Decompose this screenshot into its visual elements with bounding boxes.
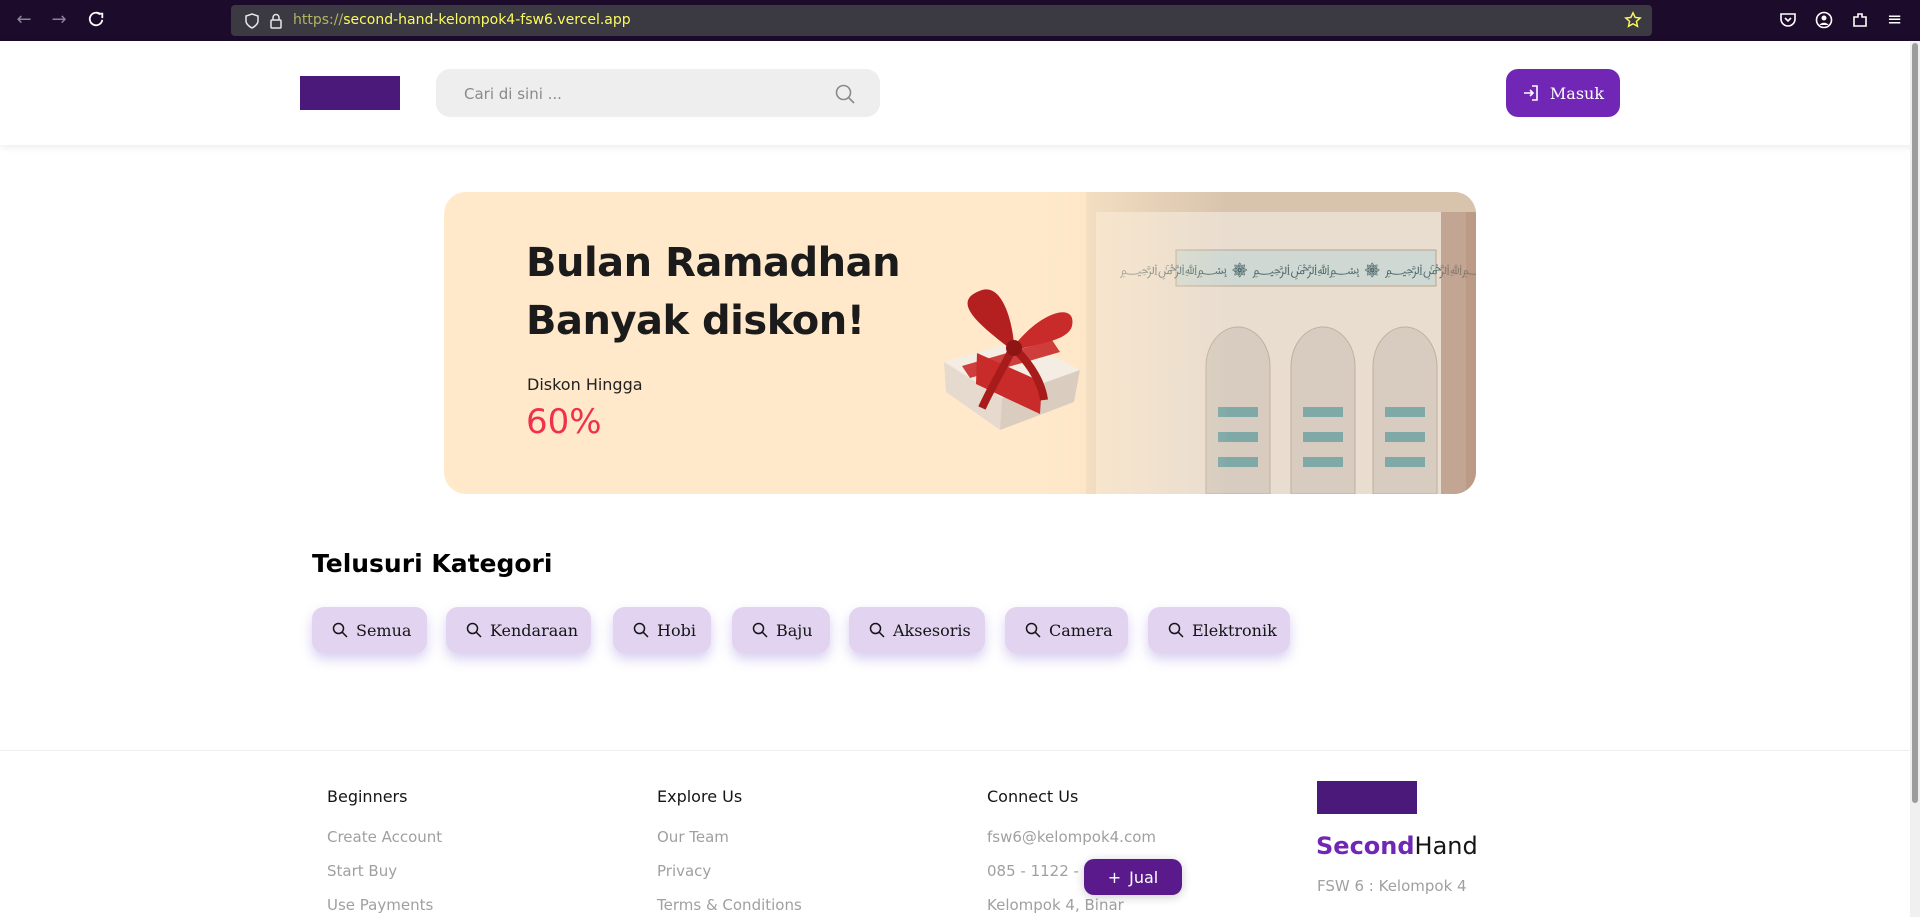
browser-toolbar: ← → https://second-hand-kelompok4-fsw6.v… <box>0 0 1920 41</box>
category-chip-aksesoris[interactable]: Aksesoris <box>849 607 985 653</box>
forward-icon[interactable]: → <box>49 10 69 30</box>
footer-logo <box>1317 781 1417 814</box>
search-input[interactable] <box>462 69 826 119</box>
footer-link-our-team[interactable]: Our Team <box>657 820 802 854</box>
banner-discount-value: 60% <box>526 402 602 442</box>
footer-divider <box>0 750 1920 751</box>
search-icon[interactable] <box>834 83 856 105</box>
footer-brand: SecondHand <box>1316 832 1478 860</box>
banner-mosque-image: ﷽ ۞ ﷽ ۞ ﷽ <box>1026 192 1476 494</box>
login-label: Masuk <box>1549 83 1605 103</box>
reload-icon[interactable] <box>86 10 106 30</box>
account-icon[interactable] <box>1815 11 1833 29</box>
footer-link-start-buy[interactable]: Start Buy <box>327 854 442 888</box>
footer-column-explore: Explore Us Our Team Privacy Terms & Cond… <box>657 787 802 922</box>
pocket-icon[interactable] <box>1779 11 1797 29</box>
star-icon[interactable] <box>1624 11 1642 29</box>
category-chip-baju[interactable]: Baju <box>732 607 830 653</box>
scrollbar-thumb[interactable] <box>1912 43 1918 803</box>
plus-icon: + <box>1107 867 1122 887</box>
banner-discount-label: Diskon Hingga <box>527 375 643 394</box>
categories-title: Telusuri Kategori <box>312 549 553 578</box>
footer-heading: Explore Us <box>657 787 743 806</box>
search-icon <box>1168 622 1184 638</box>
login-icon <box>1523 85 1538 101</box>
search-icon <box>332 622 348 638</box>
gift-icon <box>944 289 1080 430</box>
footer-heading: Beginners <box>327 787 408 806</box>
search-icon <box>869 622 885 638</box>
footer-column-beginners: Beginners Create Account Start Buy Use P… <box>327 787 442 922</box>
search-icon <box>633 622 649 638</box>
footer-link-privacy[interactable]: Privacy <box>657 854 802 888</box>
category-chip-camera[interactable]: Camera <box>1005 607 1128 653</box>
search-icon <box>466 622 482 638</box>
site-header <box>0 41 1920 145</box>
footer-column-connect: Connect Us fsw6@kelompok4.com 085 - 1122… <box>987 787 1156 922</box>
sell-button[interactable]: + Jual <box>1084 859 1182 895</box>
category-chip-elektronik[interactable]: Elektronik <box>1148 607 1290 653</box>
banner-title: Bulan Ramadhan Banyak diskon! <box>526 240 901 344</box>
category-chip-hobi[interactable]: Hobi <box>613 607 711 653</box>
search-box <box>436 69 880 119</box>
menu-icon[interactable]: ≡ <box>1887 11 1905 29</box>
category-chip-kendaraan[interactable]: Kendaraan <box>446 607 591 653</box>
back-icon[interactable]: ← <box>14 10 34 30</box>
extensions-icon[interactable] <box>1851 11 1869 29</box>
address-bar[interactable]: https://second-hand-kelompok4-fsw6.verce… <box>231 5 1652 36</box>
login-button[interactable]: Masuk <box>1506 69 1620 117</box>
footer-brand-subtitle: FSW 6 : Kelompok 4 <box>1317 877 1467 895</box>
sell-label: Jual <box>1129 867 1159 887</box>
footer-link-email[interactable]: fsw6@kelompok4.com <box>987 820 1156 854</box>
search-icon <box>752 622 768 638</box>
footer-link-create-account[interactable]: Create Account <box>327 820 442 854</box>
shield-icon[interactable] <box>245 13 259 29</box>
promo-banner[interactable]: ﷽ ۞ ﷽ ۞ ﷽ Bulan RamadhanBanyak diskon! D… <box>444 192 1476 494</box>
search-icon <box>1025 622 1041 638</box>
footer-heading: Connect Us <box>987 787 1079 806</box>
lock-icon[interactable] <box>269 13 283 29</box>
scrollbar[interactable] <box>1910 41 1920 917</box>
site-logo[interactable] <box>300 76 400 110</box>
category-chip-semua[interactable]: Semua <box>312 607 427 653</box>
url-text[interactable]: https://second-hand-kelompok4-fsw6.verce… <box>293 12 631 28</box>
